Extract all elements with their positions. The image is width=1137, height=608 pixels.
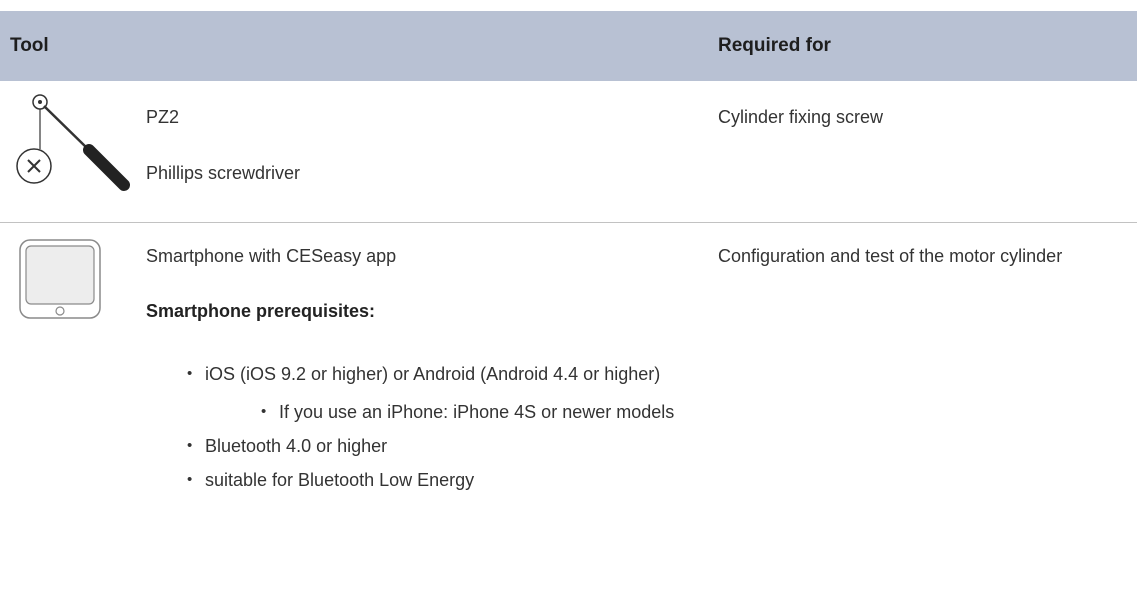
list-item-text: If you use an iPhone: iPhone 4S or newer… (279, 402, 675, 422)
list-item-text: iOS (iOS 9.2 or higher) or Android (Andr… (205, 364, 661, 384)
list-item: suitable for Bluetooth Low Energy (187, 463, 725, 497)
list-item: If you use an iPhone: iPhone 4S or newer… (261, 395, 725, 429)
prereq-list: iOS (iOS 9.2 or higher) or Android (Andr… (187, 357, 725, 497)
smartphone-icon (19, 239, 101, 319)
header-tool: Tool (10, 35, 49, 56)
prereq-heading: Smartphone prerequisites: (146, 301, 376, 321)
screwdriver-icon (16, 94, 130, 191)
list-item: iOS (iOS 9.2 or higher) or Android (Andr… (187, 357, 725, 429)
tools-table: Tool Required for PZ2 Phillips screwdriv… (0, 0, 1137, 608)
required-for: Configuration and test of the motor cyli… (718, 246, 1063, 266)
sub-prereq-list: If you use an iPhone: iPhone 4S or newer… (205, 395, 725, 429)
header-required-for: Required for (718, 35, 831, 56)
tool-name: Smartphone with CESeasy app (146, 246, 397, 266)
row-divider (0, 222, 1137, 223)
list-item-text: suitable for Bluetooth Low Energy (205, 470, 475, 490)
list-item: Bluetooth 4.0 or higher (187, 429, 725, 463)
required-for: Cylinder fixing screw (718, 107, 884, 127)
table-header: Tool Required for (0, 11, 1137, 81)
list-item-text: Bluetooth 4.0 or higher (205, 436, 388, 456)
tool-name: PZ2 (146, 107, 180, 127)
tool-description: Phillips screwdriver (146, 163, 301, 183)
